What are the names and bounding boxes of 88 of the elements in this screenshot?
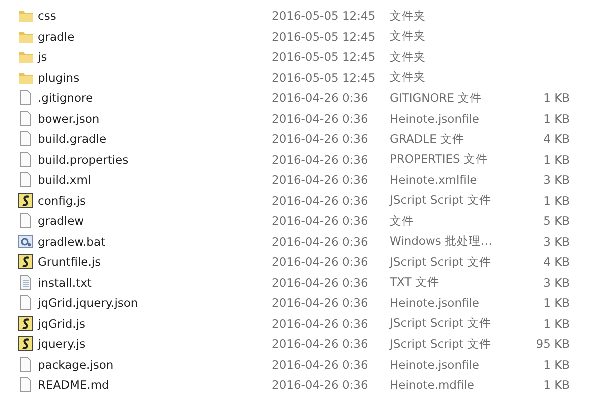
modified-date: 2016-05-05 12:45 <box>272 30 377 44</box>
file-type: TXT 文件 <box>390 275 440 290</box>
file-name[interactable]: install.txt <box>38 276 92 290</box>
file-type: 文件 <box>390 214 415 229</box>
file-type: GRADLE 文件 <box>390 132 466 147</box>
file-size: 1 KB <box>542 358 570 372</box>
file-size: 1 KB <box>542 194 570 208</box>
file-name[interactable]: jquery.js <box>38 337 86 352</box>
modified-date: 2016-04-26 0:36 <box>272 276 370 290</box>
modified-date: 2016-05-05 12:45 <box>272 9 377 24</box>
file-name[interactable]: jqGrid.js <box>38 316 86 331</box>
file-icon <box>18 152 34 168</box>
modified-date: 2016-04-26 0:36 <box>272 152 370 167</box>
script-file-icon <box>18 192 34 209</box>
file-type: JScript Script 文件 <box>390 193 492 208</box>
modified-date: 2016-04-26 0:36 <box>272 173 370 188</box>
modified-date: 2016-04-26 0:36 <box>272 112 370 126</box>
file-type: JScript Script 文件 <box>390 336 492 352</box>
folder-icon <box>18 49 34 66</box>
modified-date: 2016-05-05 12:45 <box>272 70 377 85</box>
file-name[interactable]: gradlew <box>38 214 84 228</box>
file-type: 文件夹 <box>390 8 427 24</box>
file-name[interactable]: package.json <box>38 358 114 372</box>
modified-date: 2016-04-26 0:36 <box>272 337 370 352</box>
modified-date: 2016-05-05 12:45 <box>272 50 377 64</box>
file-size: 1 KB <box>542 152 570 167</box>
modified-date: 2016-04-26 0:36 <box>272 234 370 249</box>
file-size: 4 KB <box>542 132 570 146</box>
modified-date: 2016-04-26 0:36 <box>272 296 370 310</box>
file-name[interactable]: .gitignore <box>38 91 94 106</box>
file-size: 1 KB <box>542 378 570 392</box>
script-file-icon <box>18 254 34 270</box>
file-icon <box>18 131 34 148</box>
file-type: Heinote.jsonfile <box>390 358 481 372</box>
file-size: 3 KB <box>542 276 570 290</box>
modified-date: 2016-04-26 0:36 <box>272 91 370 106</box>
file-type: PROPERTIES 文件 <box>390 152 489 168</box>
file-type: Windows 批处理… <box>390 234 494 250</box>
file-name[interactable]: gradle <box>38 30 75 44</box>
file-type: Heinote.jsonfile <box>390 296 481 310</box>
script-file-icon <box>18 336 34 352</box>
file-size: 5 KB <box>542 214 570 228</box>
file-name[interactable]: config.js <box>38 194 86 208</box>
modified-date: 2016-04-26 0:36 <box>272 316 370 331</box>
file-name[interactable]: gradlew.bat <box>38 234 106 249</box>
file-size: 1 KB <box>542 91 570 106</box>
text-file-icon <box>18 274 34 291</box>
file-type: JScript Script 文件 <box>390 316 492 332</box>
file-name[interactable]: README.md <box>38 378 110 392</box>
file-name[interactable]: bower.json <box>38 112 100 126</box>
file-type: Heinote.jsonfile <box>390 112 481 126</box>
file-type: JScript Script 文件 <box>390 254 492 270</box>
file-size: 3 KB <box>542 173 570 188</box>
modified-date: 2016-04-26 0:36 <box>272 132 370 146</box>
file-size: 4 KB <box>542 255 570 270</box>
file-size: 1 KB <box>542 296 570 310</box>
file-name[interactable]: css <box>38 9 56 24</box>
file-icon <box>18 295 34 312</box>
script-file-icon <box>18 316 34 332</box>
file-name[interactable]: plugins <box>38 70 80 85</box>
file-icon <box>18 213 34 230</box>
file-name[interactable]: build.xml <box>38 173 92 188</box>
modified-date: 2016-04-26 0:36 <box>272 255 370 270</box>
file-name[interactable]: js <box>38 50 48 64</box>
modified-date: 2016-04-26 0:36 <box>272 214 370 228</box>
file-icon <box>18 110 34 127</box>
file-size: 95 KB <box>535 337 570 352</box>
file-size: 3 KB <box>542 234 570 249</box>
modified-date: 2016-04-26 0:36 <box>272 194 370 208</box>
file-size: 1 KB <box>542 112 570 126</box>
file-name[interactable]: build.gradle <box>38 132 107 146</box>
modified-date: 2016-04-26 0:36 <box>272 358 370 372</box>
file-icon <box>18 356 34 373</box>
file-name[interactable]: build.properties <box>38 152 129 167</box>
file-name[interactable]: Gruntfile.js <box>38 255 102 270</box>
file-type: Heinote.mdfile <box>390 378 476 392</box>
file-type: 文件夹 <box>390 70 427 86</box>
file-icon <box>18 90 34 106</box>
folder-icon <box>18 8 34 24</box>
file-icon <box>18 377 34 394</box>
file-type: 文件夹 <box>390 50 427 65</box>
file-name[interactable]: jqGrid.jquery.json <box>38 296 138 310</box>
file-icon <box>18 172 34 188</box>
modified-date: 2016-04-26 0:36 <box>272 378 370 392</box>
file-type: Heinote.xmlfile <box>390 173 478 188</box>
file-type: GITIGNORE 文件 <box>390 90 484 106</box>
file-type: 文件夹 <box>390 29 427 44</box>
file-size: 1 KB <box>542 316 570 331</box>
